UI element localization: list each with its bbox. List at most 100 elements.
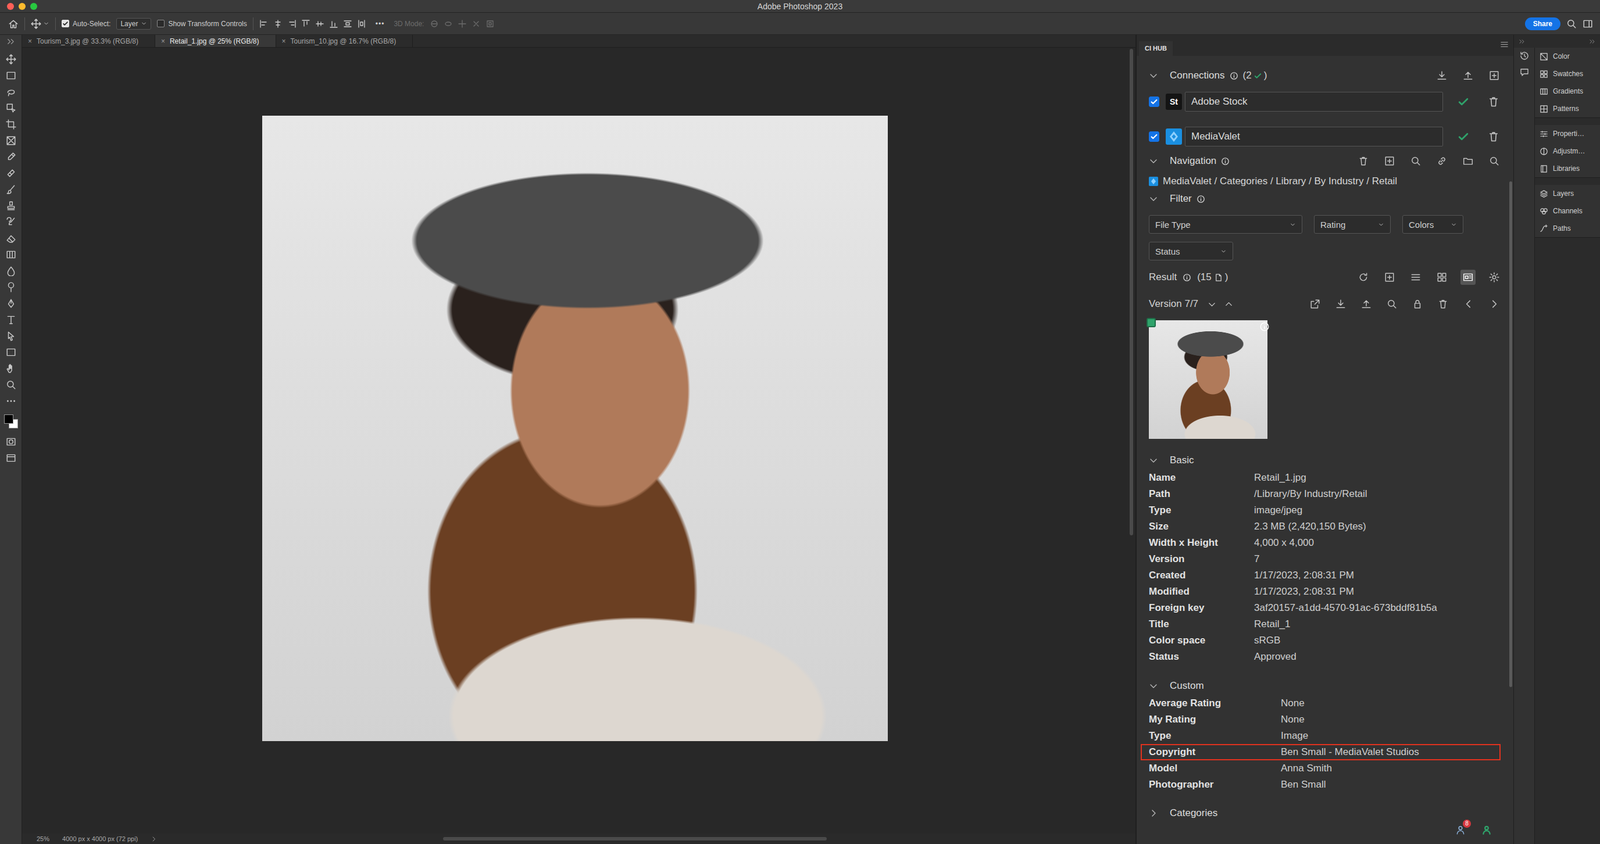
close-tab-button[interactable]: ×	[281, 37, 287, 46]
scrollbar-thumb[interactable]	[1129, 48, 1134, 536]
auto-select-target-dropdown[interactable]: Layer	[116, 18, 152, 30]
trash-icon[interactable]	[1487, 130, 1500, 143]
collapse-icon[interactable]	[1588, 38, 1596, 45]
tool-button[interactable]	[0, 279, 23, 296]
tool-button[interactable]	[0, 393, 23, 410]
account-icon[interactable]	[1481, 825, 1492, 836]
refresh-icon[interactable]	[1358, 272, 1369, 283]
chevron-icon[interactable]	[1148, 455, 1159, 466]
panel-button[interactable]: Adjustm…	[1534, 142, 1600, 160]
tool-button[interactable]	[0, 295, 23, 312]
align-middle-icon[interactable]	[315, 19, 325, 29]
tool-button[interactable]	[0, 148, 23, 166]
minimize-button[interactable]	[18, 2, 26, 10]
trash-icon[interactable]	[1437, 298, 1449, 310]
view-mode-button[interactable]	[1408, 269, 1424, 285]
history-icon[interactable]	[1519, 51, 1530, 61]
trash-icon[interactable]	[1487, 95, 1500, 108]
connection-checkbox[interactable]	[1148, 131, 1160, 142]
checkbox-box[interactable]	[61, 19, 70, 28]
tool-button[interactable]	[0, 450, 23, 467]
previous-icon[interactable]	[1463, 298, 1474, 310]
align-left-icon[interactable]	[259, 19, 269, 29]
zoom-icon[interactable]	[1386, 298, 1398, 310]
lock-icon[interactable]	[1412, 298, 1423, 310]
panel-button[interactable]: Layers	[1534, 184, 1600, 203]
search-icon[interactable]	[1488, 155, 1500, 167]
document-tab[interactable]: ×Tourism_3.jpg @ 33.3% (RGB/8)	[22, 34, 156, 48]
document-tab[interactable]: ×Tourism_10.jpg @ 16.7% (RGB/8)	[276, 34, 414, 48]
filter-header[interactable]: Filter	[1148, 190, 1503, 208]
close-tab-button[interactable]: ×	[161, 37, 166, 46]
connection-name-field[interactable]: Adobe Stock	[1184, 91, 1444, 112]
panel-button[interactable]: Swatches	[1534, 65, 1600, 83]
panel-scrollbar[interactable]	[1507, 55, 1514, 844]
open-external-icon[interactable]	[1309, 298, 1321, 310]
tool-button[interactable]	[0, 246, 23, 263]
orbit-3d-icon[interactable]	[429, 19, 439, 29]
upload-icon[interactable]	[1462, 70, 1474, 81]
info-icon[interactable]	[1182, 273, 1192, 282]
chevron-icon[interactable]	[1148, 156, 1159, 166]
filter-dropdown[interactable]: Colors	[1402, 215, 1464, 234]
align-right-icon[interactable]	[287, 19, 297, 29]
chevron-right-icon[interactable]	[150, 836, 157, 843]
distribute-horizontal-icon[interactable]	[356, 19, 367, 29]
distribute-icon[interactable]	[343, 19, 353, 29]
upload-icon[interactable]	[1361, 298, 1372, 310]
tool-button[interactable]	[0, 262, 23, 280]
tool-button[interactable]	[0, 83, 23, 100]
close-tab-button[interactable]: ×	[27, 37, 32, 46]
add-icon[interactable]	[1488, 70, 1500, 81]
info-icon[interactable]	[1220, 156, 1230, 166]
maximize-button[interactable]	[30, 2, 38, 10]
tool-button[interactable]	[0, 344, 23, 361]
comments-icon[interactable]	[1519, 67, 1530, 77]
folder-icon[interactable]	[1462, 155, 1474, 167]
connections-header[interactable]: Connections(2)	[1148, 65, 1503, 87]
home-icon[interactable]	[8, 18, 19, 30]
zoom-level[interactable]: 25%	[36, 835, 50, 843]
settings-icon[interactable]	[1488, 272, 1500, 283]
align-top-icon[interactable]	[301, 19, 311, 29]
chevron-icon[interactable]	[1148, 808, 1159, 819]
tool-button[interactable]	[0, 132, 23, 149]
panel-button[interactable]: Paths	[1534, 219, 1600, 238]
slide-3d-icon[interactable]	[471, 19, 481, 29]
tool-button[interactable]	[0, 327, 23, 345]
workspace-icon[interactable]	[1582, 18, 1594, 30]
tool-button[interactable]	[0, 230, 23, 247]
scrollbar-thumb[interactable]	[443, 837, 827, 841]
auto-select-checkbox[interactable]: Auto-Select:	[61, 19, 111, 28]
basic-header[interactable]: Basic	[1148, 451, 1503, 470]
panel-button[interactable]: Color	[1534, 47, 1600, 66]
download-icon[interactable]	[1335, 298, 1346, 310]
tool-button[interactable]	[0, 360, 23, 377]
categories-header[interactable]: Categories	[1148, 804, 1503, 823]
tool-button[interactable]	[0, 311, 23, 328]
align-bottom-icon[interactable]	[329, 19, 339, 29]
tool-button[interactable]	[0, 51, 23, 68]
view-mode-button[interactable]	[1460, 269, 1476, 285]
more-options-button[interactable]: •••	[372, 19, 389, 28]
zoom-icon[interactable]	[1410, 155, 1421, 167]
notifications-button[interactable]: 8	[1455, 825, 1466, 836]
align-center-icon[interactable]	[273, 19, 283, 29]
filter-dropdown[interactable]: Rating	[1313, 215, 1391, 234]
asset-thumbnail[interactable]	[1148, 320, 1268, 439]
share-button[interactable]: Share	[1525, 17, 1561, 31]
info-icon[interactable]	[1196, 194, 1206, 204]
next-icon[interactable]	[1488, 298, 1500, 310]
trash-icon[interactable]	[1358, 155, 1369, 167]
tool-button[interactable]	[0, 433, 23, 450]
panel-button[interactable]: Libraries	[1534, 159, 1600, 178]
filter-dropdown[interactable]: File Type	[1148, 215, 1303, 234]
vertical-scrollbar[interactable]	[1127, 47, 1136, 834]
tool-button[interactable]	[0, 116, 23, 133]
tool-button[interactable]	[0, 67, 23, 84]
panel-button[interactable]: Channels	[1534, 202, 1600, 220]
connection-name-field[interactable]: MediaValet	[1184, 126, 1444, 147]
connection-checkbox[interactable]	[1148, 96, 1160, 107]
add-icon[interactable]	[1384, 272, 1395, 283]
tool-button[interactable]	[0, 100, 23, 117]
